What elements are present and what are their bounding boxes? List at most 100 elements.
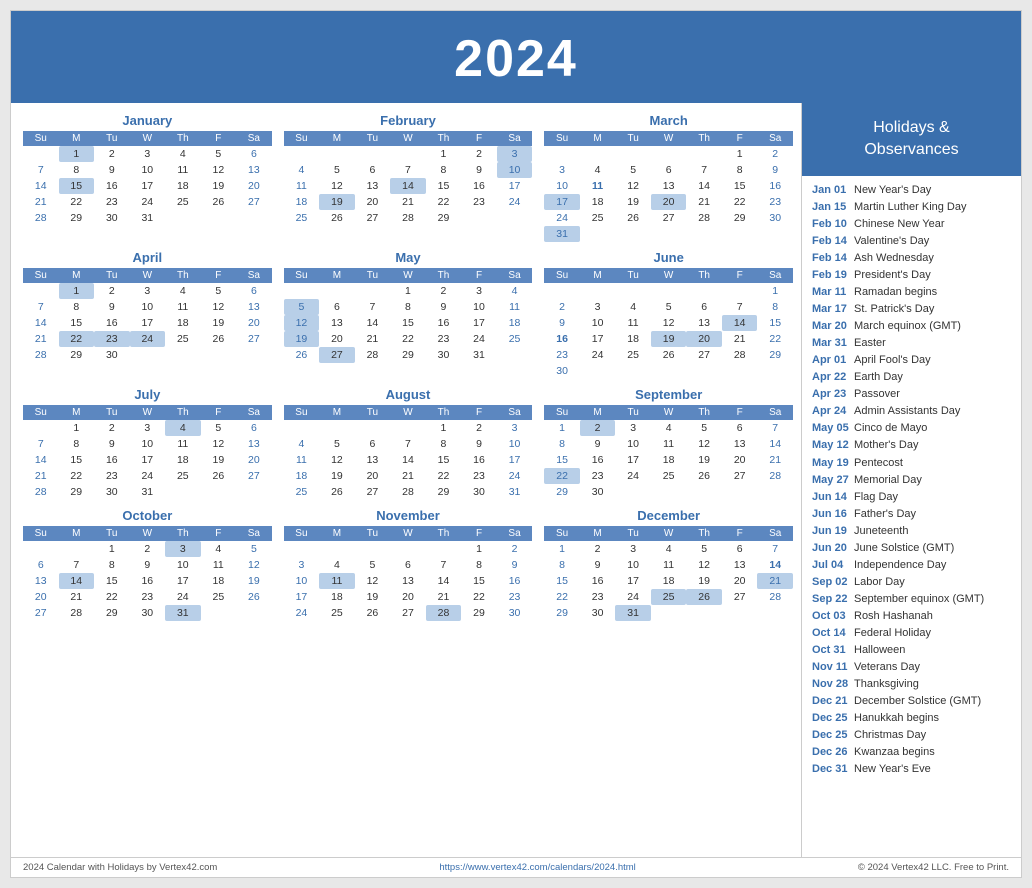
- calendar-day: [23, 420, 59, 436]
- calendar-day: 4: [497, 283, 533, 299]
- day-header: Th: [686, 268, 722, 283]
- calendar-day: 12: [201, 436, 237, 452]
- day-header: W: [651, 131, 687, 146]
- month-table: SuMTuWThFSa12345678910111213141516171819…: [23, 131, 272, 226]
- holiday-date: Oct 03: [812, 608, 850, 625]
- month-february: FebruarySuMTuWThFSa123456789101112131415…: [284, 113, 533, 242]
- calendar-day: 4: [284, 436, 320, 452]
- calendar-day: [651, 484, 687, 500]
- calendar-day: 2: [757, 146, 793, 162]
- calendar-day: 14: [23, 315, 59, 331]
- calendar-day: 6: [236, 146, 272, 162]
- holiday-name: Christmas Day: [854, 727, 926, 744]
- day-header: Th: [165, 268, 201, 283]
- day-header: W: [651, 268, 687, 283]
- calendar-day: 5: [355, 557, 391, 573]
- day-header: M: [59, 405, 95, 420]
- day-header: F: [722, 526, 758, 541]
- calendar-day: 25: [497, 331, 533, 347]
- sidebar-header: Holidays &Observances: [802, 103, 1021, 176]
- day-header: Th: [165, 526, 201, 541]
- day-header: Sa: [236, 526, 272, 541]
- calendar-day: [426, 541, 462, 557]
- month-june: JuneSuMTuWThFSa1234567891011121314151617…: [544, 250, 793, 379]
- holiday-date: Oct 14: [812, 625, 850, 642]
- calendar-day: 3: [615, 541, 651, 557]
- month-table: SuMTuWThFSa12345678910111213141516171819…: [284, 405, 533, 500]
- month-april: AprilSuMTuWThFSa123456789101112131415161…: [23, 250, 272, 379]
- day-header: Sa: [757, 526, 793, 541]
- calendar-day: 19: [236, 573, 272, 589]
- calendar-day: 20: [355, 468, 391, 484]
- calendar-day: [284, 420, 320, 436]
- calendar-day: 4: [165, 146, 201, 162]
- calendar-day: 29: [426, 484, 462, 500]
- day-header: F: [461, 526, 497, 541]
- calendar-day: 8: [544, 436, 580, 452]
- holiday-date: Sep 22: [812, 591, 850, 608]
- day-header: Sa: [757, 131, 793, 146]
- calendar-day: 20: [236, 178, 272, 194]
- calendar-day: 26: [615, 210, 651, 226]
- holiday-name: Passover: [854, 386, 900, 403]
- calendar-day: [580, 226, 616, 242]
- calendar-day: 17: [615, 573, 651, 589]
- calendar-day: 7: [23, 436, 59, 452]
- calendar-day: 5: [201, 283, 237, 299]
- calendar-day: 24: [497, 194, 533, 210]
- day-header: M: [59, 526, 95, 541]
- calendar-day: 20: [722, 573, 758, 589]
- holiday-date: Feb 14: [812, 233, 850, 250]
- list-item: Apr 24Admin Assistants Day: [812, 403, 1011, 420]
- calendar-day: 14: [59, 573, 95, 589]
- day-header: Sa: [497, 526, 533, 541]
- day-header: M: [580, 526, 616, 541]
- month-title: February: [284, 113, 533, 128]
- calendar-day: 25: [580, 210, 616, 226]
- calendar-day: 24: [130, 331, 166, 347]
- calendar-day: 9: [757, 162, 793, 178]
- list-item: Mar 31Easter: [812, 335, 1011, 352]
- holiday-date: Mar 11: [812, 284, 850, 301]
- calendar-day: 26: [319, 210, 355, 226]
- calendar-day: 3: [544, 162, 580, 178]
- list-item: Dec 31New Year's Eve: [812, 761, 1011, 778]
- calendar-day: 11: [651, 557, 687, 573]
- calendar-day: 27: [722, 589, 758, 605]
- month-title: October: [23, 508, 272, 523]
- calendar-day: [284, 146, 320, 162]
- calendar-day: [757, 363, 793, 379]
- day-header: Su: [23, 405, 59, 420]
- month-title: April: [23, 250, 272, 265]
- calendar-day: 17: [615, 452, 651, 468]
- calendar-day: [544, 283, 580, 299]
- holiday-date: Apr 23: [812, 386, 850, 403]
- calendar-day: 9: [580, 557, 616, 573]
- calendar-day: 26: [284, 347, 320, 363]
- list-item: Feb 19President's Day: [812, 267, 1011, 284]
- calendar-day: [544, 146, 580, 162]
- sidebar: Holidays &Observances Jan 01New Year's D…: [801, 103, 1021, 857]
- calendar-day: 1: [461, 541, 497, 557]
- calendar-day: 26: [201, 331, 237, 347]
- day-header: M: [59, 268, 95, 283]
- calendar-day: 12: [319, 178, 355, 194]
- calendar-day: 7: [757, 541, 793, 557]
- calendar-day: 17: [497, 452, 533, 468]
- list-item: May 19Pentecost: [812, 455, 1011, 472]
- calendar-day: 11: [284, 178, 320, 194]
- calendar-day: 8: [461, 557, 497, 573]
- calendar-day: 19: [686, 573, 722, 589]
- list-item: Feb 10Chinese New Year: [812, 216, 1011, 233]
- calendar-day: 2: [461, 146, 497, 162]
- day-header: Th: [165, 405, 201, 420]
- month-title: May: [284, 250, 533, 265]
- calendar-day: 17: [165, 573, 201, 589]
- holiday-name: Veterans Day: [854, 659, 920, 676]
- calendar-day: 5: [686, 420, 722, 436]
- holiday-date: Mar 20: [812, 318, 850, 335]
- calendar-day: 30: [461, 484, 497, 500]
- calendar-day: 10: [497, 436, 533, 452]
- calendar-day: 28: [59, 605, 95, 621]
- list-item: Oct 31Halloween: [812, 642, 1011, 659]
